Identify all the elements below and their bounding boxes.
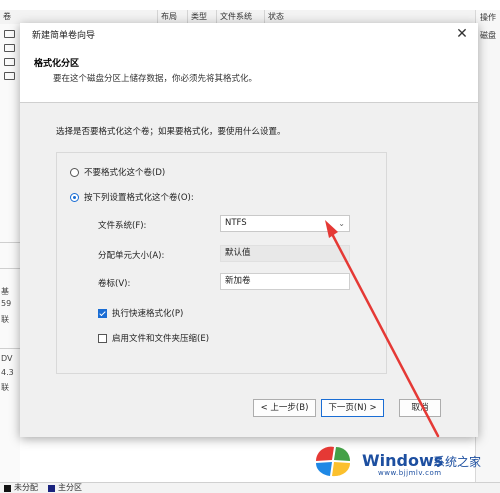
column-header-status[interactable]: 状态	[264, 10, 474, 24]
checkbox-label: 启用文件和文件夹压缩(E)	[112, 334, 210, 344]
actions-pane-title: 操作	[480, 13, 496, 22]
radio-label: 不要格式化这个卷(D)	[84, 168, 166, 178]
radio-button[interactable]	[70, 168, 79, 177]
title-bar: 新建简单卷向导 ✕	[20, 23, 478, 47]
checkbox-label: 执行快速格式化(P)	[112, 309, 184, 319]
dvd-label: DV	[1, 354, 13, 363]
watermark-brand: Windows	[362, 451, 444, 470]
close-icon[interactable]: ✕	[454, 26, 470, 42]
filesystem-value: NTFS	[225, 218, 247, 228]
volume-label-input[interactable]: 新加卷	[220, 273, 350, 290]
instruction-text: 选择是否要格式化这个卷；如果要格式化，要使用什么设置。	[56, 127, 286, 137]
disk-legend: 未分配 主分区	[0, 482, 500, 493]
watermark-url: www.bjjmlv.com	[378, 469, 442, 477]
page-subtitle: 要在这个磁盘分区上储存数据，你必须先将其格式化。	[53, 74, 258, 84]
checkbox-unchecked[interactable]	[98, 334, 107, 343]
watermark-brand-cn: 系统之家	[433, 455, 482, 469]
radio-button-selected[interactable]	[70, 193, 79, 202]
new-simple-volume-wizard: 新建简单卷向导 ✕ 格式化分区 要在这个磁盘分区上储存数据，你必须先将其格式化。…	[20, 23, 478, 437]
column-header-filesystem[interactable]: 文件系统	[216, 10, 264, 24]
legend-swatch-unallocated	[4, 485, 11, 492]
volume-icon	[4, 44, 15, 52]
cancel-button[interactable]: 取消	[399, 399, 441, 417]
dvd-status: 联	[1, 383, 9, 392]
checkbox-checked[interactable]	[98, 309, 107, 318]
column-header-type[interactable]: 类型	[187, 10, 216, 24]
allocation-unit-select[interactable]: 默认值	[220, 245, 350, 262]
next-button[interactable]: 下一页(N) >	[321, 399, 384, 417]
column-header-layout[interactable]: 布局	[157, 10, 188, 24]
actions-pane: 操作 磁盘	[475, 10, 500, 492]
chevron-down-icon: ⌄	[338, 219, 345, 228]
volume-icon	[4, 30, 15, 38]
disk-size: 59	[1, 299, 12, 308]
column-header-volume[interactable]: 卷	[0, 10, 158, 24]
allocation-unit-label: 分配单元大小(A):	[98, 251, 165, 261]
divider	[0, 348, 20, 349]
radio-label: 按下列设置格式化这个卷(O):	[84, 193, 194, 203]
divider	[0, 242, 20, 243]
volume-icon	[4, 58, 15, 66]
back-button[interactable]: < 上一步(B)	[253, 399, 316, 417]
filesystem-label: 文件系统(F):	[98, 221, 147, 231]
volume-icon	[4, 72, 15, 80]
disk-status: 联	[1, 315, 9, 324]
actions-pane-item[interactable]: 磁盘	[480, 30, 496, 41]
legend-swatch-primary	[48, 485, 55, 492]
allocation-unit-value: 默认值	[225, 248, 251, 258]
window-title: 新建简单卷向导	[32, 31, 96, 41]
disk-label: 基	[1, 287, 9, 296]
dvd-size: 4.3	[1, 368, 14, 377]
page-title: 格式化分区	[34, 59, 80, 69]
volume-label-label: 卷标(V):	[98, 279, 131, 289]
wizard-header: 格式化分区 要在这个磁盘分区上储存数据，你必须先将其格式化。	[20, 47, 478, 103]
windows-logo-icon	[316, 446, 350, 477]
filesystem-select[interactable]: NTFS ⌄	[220, 215, 350, 232]
volume-label-value: 新加卷	[225, 276, 251, 286]
divider	[0, 268, 20, 269]
disk-list-pane: 基 59 联 DV 4.3 联	[0, 24, 20, 484]
